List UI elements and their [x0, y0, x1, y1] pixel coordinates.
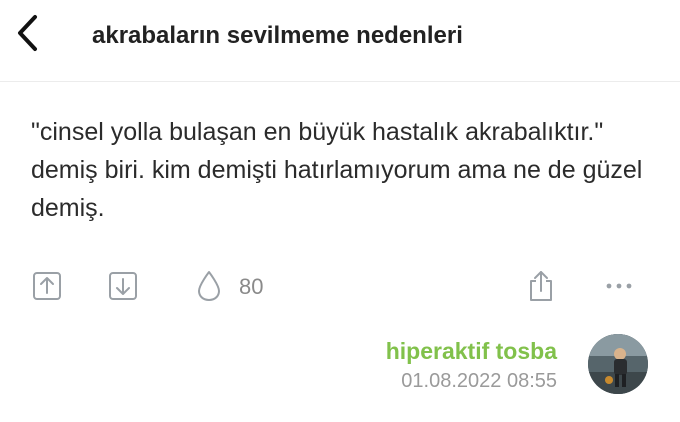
upvote-icon	[33, 272, 61, 300]
downvote-icon	[109, 272, 137, 300]
page-title[interactable]: akrabaların sevilmeme nedenleri	[92, 22, 463, 50]
more-button[interactable]	[603, 270, 635, 302]
share-button[interactable]	[525, 270, 557, 302]
header-bar: akrabaların sevilmeme nedenleri	[0, 0, 680, 82]
chevron-left-icon	[18, 15, 37, 51]
more-icon	[606, 283, 632, 289]
drop-icon	[198, 271, 220, 301]
entry-toolbar: 80	[0, 266, 680, 306]
avatar[interactable]	[588, 334, 648, 394]
back-button[interactable]	[12, 12, 42, 54]
vote-count: 80	[239, 274, 264, 299]
entry-text: "cinsel yolla bulaşan en büyük hastalık …	[31, 118, 643, 222]
author-name[interactable]: hiperaktif tosba	[386, 338, 557, 365]
upvote-button[interactable]	[31, 270, 63, 302]
avatar-image	[588, 334, 648, 394]
downvote-button[interactable]	[107, 270, 139, 302]
entry-date[interactable]: 01.08.2022 08:55	[401, 370, 557, 393]
share-icon	[530, 271, 552, 301]
drop-button[interactable]	[193, 270, 225, 302]
